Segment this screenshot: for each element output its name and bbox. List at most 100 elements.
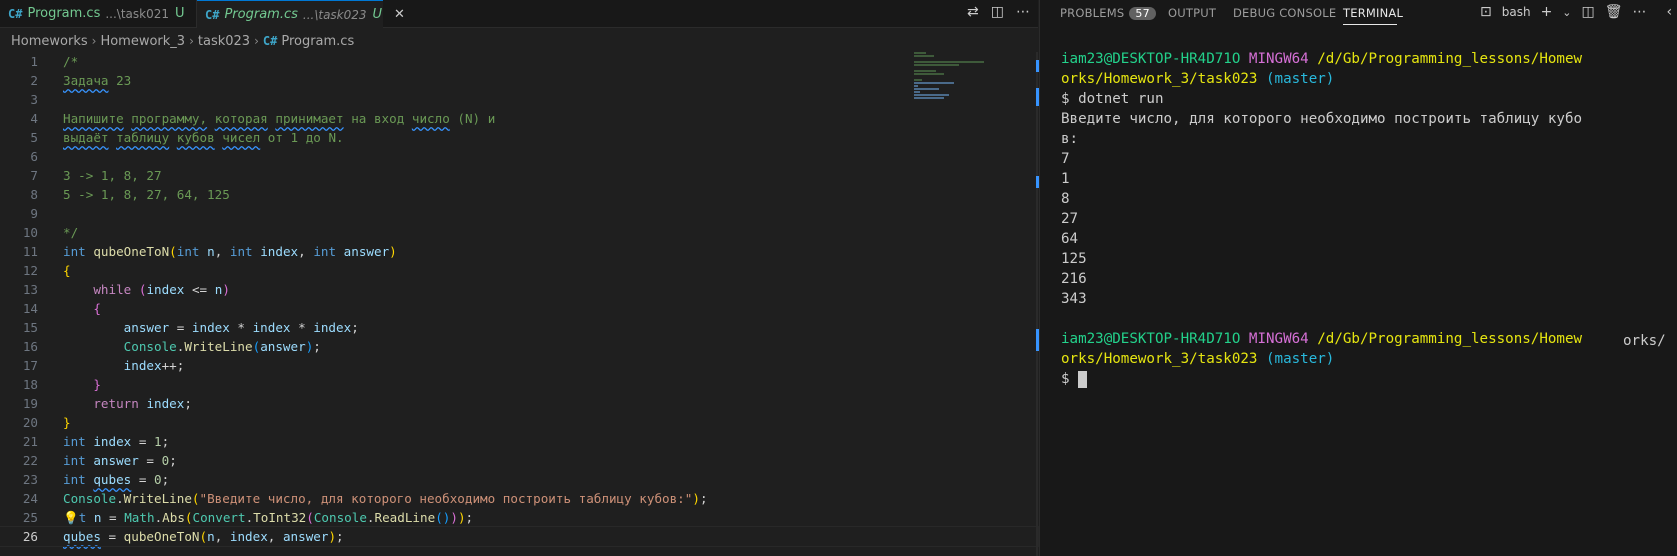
tab-output[interactable]: OUTPUT: [1168, 6, 1216, 20]
code-line: 18 }: [0, 375, 1038, 394]
line-number: 1: [30, 54, 38, 69]
tab-problems[interactable]: PROBLEMS 57: [1060, 6, 1156, 20]
terminal-line: 27: [1061, 211, 1079, 227]
code-editor[interactable]: 1/* 2 Задача 23 3 4 Напишите программу, ко…: [0, 52, 1039, 547]
terminal-line: 7: [1061, 151, 1070, 167]
line-number: 20: [22, 415, 38, 430]
terminal-line: iam23@DESKTOP-HR4D71O MINGW64 /d/Gb/Prog…: [1061, 51, 1583, 67]
terminal-line: orks/Homework_3/task023 (master): [1061, 71, 1335, 87]
line-number: 4: [30, 111, 38, 126]
breadcrumb-item[interactable]: Homeworks: [11, 34, 88, 49]
line-number: 6: [30, 149, 38, 164]
line-number: 12: [22, 263, 38, 278]
panel-actions: ⊡ bash + ⌄ ◫ 🗑 ⋯ ‹ ✕: [1480, 4, 1677, 20]
chevron-left-icon[interactable]: ‹: [1667, 4, 1673, 20]
terminal-icon: ⊡: [1480, 4, 1492, 20]
line-number: 18: [22, 377, 38, 392]
tab-program-task021[interactable]: C# Program.cs ...\task021 U: [0, 0, 197, 27]
more-actions-icon[interactable]: ⋯: [1633, 4, 1647, 20]
line-number: 19: [22, 396, 38, 411]
close-icon[interactable]: ✕: [394, 7, 405, 22]
code-line: 4 Напишите программу, которая принимает н…: [0, 109, 1038, 128]
breadcrumb-item[interactable]: Homework_3: [100, 34, 185, 49]
code-line: 25 💡t n = Math.Abs(Convert.ToInt32(Consol…: [0, 508, 1038, 527]
editor-area: C# Program.cs ...\task021 U C# Program.c…: [0, 0, 1039, 556]
terminal-overflow-text: orks/: [1623, 333, 1666, 349]
code-line: 20}: [0, 413, 1038, 432]
new-terminal-icon[interactable]: +: [1541, 4, 1553, 20]
code-line: 12{: [0, 261, 1038, 280]
code-line: 2 Задача 23: [0, 71, 1038, 90]
terminal-line: $ dotnet run: [1061, 91, 1164, 107]
line-number: 11: [22, 244, 38, 259]
line-number: 23: [22, 472, 38, 487]
chevron-right-icon: ›: [189, 34, 194, 48]
tab-file-name: Program.cs: [27, 6, 101, 21]
split-editor-icon[interactable]: ◫: [991, 4, 1004, 20]
code-line: 16 Console.WriteLine(answer);: [0, 337, 1038, 356]
code-line: 5 выдаёт таблицу кубов чисел от 1 до N.: [0, 128, 1038, 147]
tab-program-task023[interactable]: C# Program.cs ...\task023 U ✕: [197, 0, 405, 28]
panel-tab-bar: PROBLEMS 57 OUTPUT DEBUG CONSOLE TERMINAL…: [1040, 0, 1677, 27]
line-number: 10: [22, 225, 38, 240]
code-line-current: 26 qubes = qubeOneToN(n, index, answer);: [0, 526, 1039, 547]
line-number: 9: [30, 206, 38, 221]
line-number: 8: [30, 187, 38, 202]
problems-count-badge: 57: [1129, 7, 1156, 20]
line-number: 17: [22, 358, 38, 373]
untracked-badge: U: [175, 6, 185, 21]
untracked-badge: U: [372, 7, 383, 22]
terminal-shell-label[interactable]: bash: [1502, 5, 1531, 19]
terminal-output[interactable]: iam23@DESKTOP-HR4D71O MINGW64 /d/Gb/Prog…: [1061, 49, 1621, 389]
code-line: 23 int qubes = 0;: [0, 470, 1038, 489]
terminal-line: 8: [1061, 191, 1070, 207]
bottom-panel: PROBLEMS 57 OUTPUT DEBUG CONSOLE TERMINAL…: [1039, 0, 1677, 556]
tab-terminal[interactable]: TERMINAL: [1343, 6, 1403, 20]
code-line: 24 Console.WriteLine("Введите число, для …: [0, 489, 1038, 508]
trash-icon[interactable]: 🗑: [1605, 4, 1623, 20]
split-terminal-icon[interactable]: ◫: [1582, 4, 1595, 20]
terminal-line: $: [1061, 369, 1621, 389]
code-line: 13 while (index <= n): [0, 280, 1038, 299]
editor-scrollbar[interactable]: [1036, 52, 1038, 556]
code-line: 3: [0, 90, 1038, 109]
chevron-right-icon: ›: [91, 34, 97, 48]
terminal-line: orks/Homework_3/task023 (master): [1061, 351, 1335, 367]
code-line: 22 int answer = 0;: [0, 451, 1038, 470]
line-number: 25: [22, 510, 38, 525]
terminal-line: 125: [1061, 251, 1087, 267]
line-number: 15: [22, 320, 38, 335]
terminal-line: Введите число, для которого необходимо п…: [1061, 111, 1583, 127]
terminal-line: 64: [1061, 231, 1079, 247]
line-number: 22: [22, 453, 38, 468]
code-line: 11 int qubeOneToN(int n, int index, int a…: [0, 242, 1038, 261]
compare-changes-icon[interactable]: ⇄: [967, 4, 979, 20]
code-line: 10 */: [0, 223, 1038, 242]
code-line: 9: [0, 204, 1038, 223]
minimap[interactable]: [914, 52, 1024, 112]
terminal-line: 216: [1061, 271, 1087, 287]
code-line: 21 int index = 1;: [0, 432, 1038, 451]
code-line: 19 return index;: [0, 394, 1038, 413]
lightbulb-icon[interactable]: 💡: [63, 510, 79, 525]
line-number: 24: [22, 491, 38, 506]
breadcrumb-item[interactable]: task023: [198, 34, 250, 49]
editor-tab-bar: C# Program.cs ...\task021 U C# Program.c…: [0, 0, 1038, 28]
line-number: 3: [30, 92, 38, 107]
breadcrumb-item[interactable]: Program.cs: [281, 34, 354, 49]
breadcrumb: Homeworks › Homework_3 › task023 › C# Pr…: [11, 32, 354, 50]
code-line: 15 answer = index * index * index;: [0, 318, 1038, 337]
code-line: 6: [0, 147, 1038, 166]
code-line: 85 -> 1, 8, 27, 64, 125: [0, 185, 1038, 204]
tab-file-path: ...\task021: [105, 6, 170, 21]
csharp-file-icon: C#: [205, 7, 220, 22]
tab-debug-console[interactable]: DEBUG CONSOLE: [1233, 6, 1336, 20]
chevron-down-icon[interactable]: ⌄: [1562, 6, 1571, 19]
line-number: 7: [30, 168, 38, 183]
editor-actions: ⇄ ◫ ⋯: [967, 4, 1030, 20]
line-number: 13: [22, 282, 38, 297]
csharp-file-icon: C#: [262, 34, 278, 48]
tab-file-path: ...\task023: [302, 7, 367, 22]
more-actions-icon[interactable]: ⋯: [1016, 4, 1030, 20]
